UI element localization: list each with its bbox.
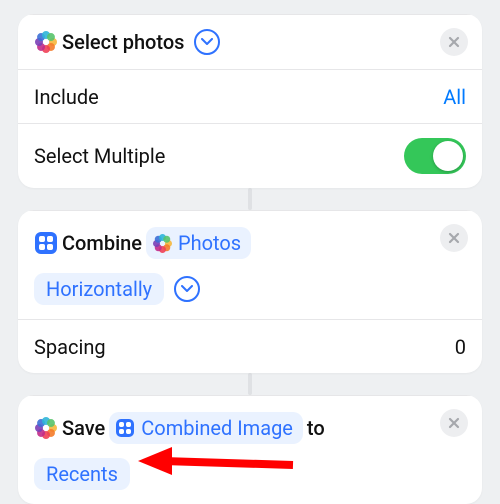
token-label: Combined Image <box>141 410 293 446</box>
token-label: Horizontally <box>46 271 152 307</box>
flow-connector <box>248 373 252 395</box>
select-multiple-toggle[interactable] <box>404 138 466 174</box>
action-header[interactable]: Save Combined Image to Recents <box>18 395 482 504</box>
delete-action-button[interactable] <box>440 28 468 56</box>
photos-app-icon <box>152 233 172 253</box>
action-card-select-photos: Select photos Include All Select Multipl… <box>18 14 482 188</box>
action-card-save-to-album: Save Combined Image to Recents <box>18 395 482 504</box>
include-label: Include <box>34 85 99 109</box>
photos-app-icon <box>34 30 58 54</box>
spacing-value[interactable]: 0 <box>455 335 466 359</box>
action-verb: Save <box>62 410 105 446</box>
token-label: Photos <box>178 225 241 261</box>
album-token[interactable]: Recents <box>34 458 130 490</box>
token-label: Recents <box>46 456 118 492</box>
action-card-combine-images: Combine Photos Horizontally Spacing 0 <box>18 210 482 373</box>
select-multiple-label: Select Multiple <box>34 144 165 168</box>
delete-action-button[interactable] <box>440 409 468 437</box>
mode-token[interactable]: Horizontally <box>34 273 164 305</box>
delete-action-button[interactable] <box>440 224 468 252</box>
expand-chevron-icon[interactable] <box>174 276 200 302</box>
include-row[interactable]: Include All <box>18 69 482 123</box>
combine-action-icon <box>115 418 135 438</box>
action-header[interactable]: Select photos <box>18 14 482 69</box>
action-header[interactable]: Combine Photos Horizontally <box>18 210 482 319</box>
photos-app-icon <box>34 416 58 440</box>
spacing-row[interactable]: Spacing 0 <box>18 319 482 373</box>
select-multiple-row: Select Multiple <box>18 123 482 188</box>
action-verb: Combine <box>62 225 142 261</box>
flow-connector <box>248 188 252 210</box>
action-title: Select photos <box>62 30 184 54</box>
input-variable-token[interactable]: Combined Image <box>109 412 303 444</box>
joiner-text: to <box>307 410 325 446</box>
input-variable-token[interactable]: Photos <box>146 227 251 259</box>
include-value[interactable]: All <box>443 85 466 109</box>
spacing-label: Spacing <box>34 335 106 359</box>
combine-action-icon <box>34 231 58 255</box>
expand-chevron-icon[interactable] <box>194 29 220 55</box>
